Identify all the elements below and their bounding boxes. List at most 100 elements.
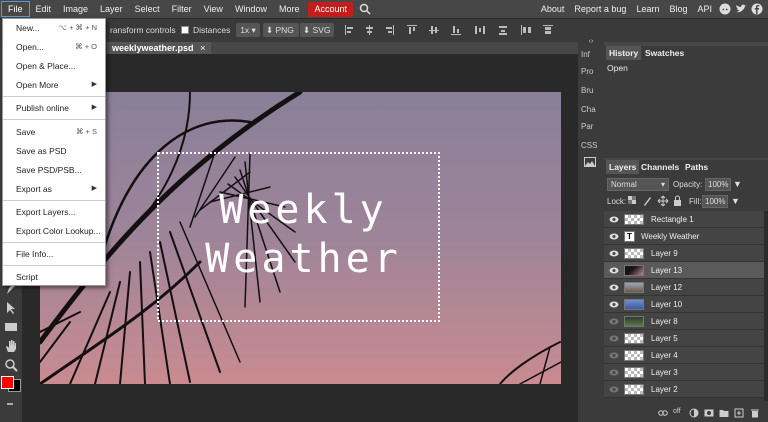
foreground-color-swatch[interactable] xyxy=(1,376,14,389)
visibility-eye-icon[interactable] xyxy=(609,351,619,360)
account-button[interactable]: Account xyxy=(308,1,353,17)
menu-layer[interactable]: Layer xyxy=(94,0,129,18)
blend-mode-value: Normal xyxy=(611,180,637,189)
layer-row[interactable]: Layer 4 xyxy=(604,347,764,364)
effects-off-label[interactable]: off xyxy=(673,408,681,415)
visibility-eye-icon[interactable] xyxy=(609,368,619,377)
menu-edit[interactable]: Edit xyxy=(30,0,58,18)
visibility-eye-icon[interactable] xyxy=(609,249,619,258)
menu-item-open[interactable]: Open... ⌘ + O xyxy=(3,38,105,56)
opacity-dropdown-icon[interactable]: ▼ xyxy=(733,179,742,189)
facebook-icon[interactable] xyxy=(751,3,763,15)
link-api[interactable]: API xyxy=(692,0,717,18)
distances-checkbox[interactable] xyxy=(181,26,189,34)
visibility-eye-icon[interactable] xyxy=(609,283,619,292)
menu-file[interactable]: File xyxy=(1,1,30,17)
delete-layer-icon[interactable] xyxy=(750,408,760,418)
menu-item-save-as-psd[interactable]: Save as PSD xyxy=(3,142,105,160)
menu-item-new[interactable]: New... ⌥ + ⌘ + N xyxy=(3,19,105,37)
menu-item-export-layers[interactable]: Export Layers... xyxy=(3,203,105,221)
mini-tab-properties[interactable]: Pro xyxy=(581,67,593,76)
search-icon[interactable] xyxy=(359,3,371,15)
lock-options-icons[interactable] xyxy=(628,195,688,207)
menu-filter[interactable]: Filter xyxy=(166,0,198,18)
visibility-eye-icon[interactable] xyxy=(609,317,619,326)
menu-item-script[interactable]: Script xyxy=(3,268,105,286)
export-png-button[interactable]: ⬇ PNG xyxy=(263,23,299,37)
tab-paths[interactable]: Paths xyxy=(682,160,711,174)
mini-tab-paragraph[interactable]: Par xyxy=(581,122,593,131)
visibility-eye-icon[interactable] xyxy=(609,334,619,343)
image-icon[interactable] xyxy=(584,157,596,167)
layers-scrollbar[interactable] xyxy=(764,211,768,401)
blend-mode-select[interactable]: Normal ▾ xyxy=(607,178,669,191)
link-learn[interactable]: Learn xyxy=(631,0,664,18)
link-layers-icon[interactable] xyxy=(658,408,668,418)
menu-item-file-info[interactable]: File Info... xyxy=(3,245,105,263)
layer-name: Rectangle 1 xyxy=(651,215,694,224)
hand-tool-icon[interactable] xyxy=(3,338,19,354)
menu-view[interactable]: View xyxy=(198,0,229,18)
tab-layers[interactable]: Layers xyxy=(606,160,640,174)
menu-separator xyxy=(3,265,105,266)
menu-item-publish-online[interactable]: Publish online ▶ xyxy=(3,99,105,117)
menu-select[interactable]: Select xyxy=(129,0,166,18)
layer-row[interactable]: Rectangle 1 xyxy=(604,211,764,228)
tab-channels[interactable]: Channels xyxy=(638,160,682,174)
layer-row[interactable]: Layer 10 xyxy=(604,296,764,313)
menu-item-export-color-lookup[interactable]: Export Color Lookup... xyxy=(3,222,105,240)
menu-item-save-psd-psb[interactable]: Save PSD/PSB... xyxy=(3,161,105,179)
menu-image[interactable]: Image xyxy=(57,0,94,18)
menu-item-save[interactable]: Save ⌘ + S xyxy=(3,123,105,141)
visibility-eye-icon[interactable] xyxy=(609,300,619,309)
visibility-eye-icon[interactable] xyxy=(609,266,619,275)
visibility-eye-icon[interactable] xyxy=(609,215,619,224)
visibility-eye-icon[interactable] xyxy=(609,385,619,394)
link-blog[interactable]: Blog xyxy=(664,0,692,18)
twitter-icon[interactable] xyxy=(735,3,747,15)
document-canvas[interactable]: Weekly Weather xyxy=(40,92,561,384)
align-tools-icons[interactable] xyxy=(343,24,569,36)
zoom-tool-icon[interactable] xyxy=(3,357,19,373)
link-report-bug[interactable]: Report a bug xyxy=(569,0,631,18)
layer-row[interactable]: Layer 3 xyxy=(604,364,764,381)
document-tab[interactable]: weeklyweather.psd × xyxy=(107,42,212,54)
mini-tab-brush[interactable]: Bru xyxy=(581,86,593,95)
mini-tab-css[interactable]: CSS xyxy=(581,141,597,150)
layer-row[interactable]: Layer 2 xyxy=(604,381,764,398)
reddit-icon[interactable] xyxy=(719,3,731,15)
tab-swatches[interactable]: Swatches xyxy=(642,46,687,60)
new-folder-icon[interactable] xyxy=(719,408,729,418)
tab-history[interactable]: History xyxy=(606,46,642,60)
collapse-arrows-icon[interactable]: ‹› xyxy=(578,38,604,45)
path-select-tool-icon[interactable] xyxy=(3,300,19,316)
menu-item-open-place[interactable]: Open & Place... xyxy=(3,57,105,75)
opacity-input[interactable]: 100% xyxy=(705,178,731,191)
mini-tab-character[interactable]: Cha xyxy=(581,105,596,114)
layer-row[interactable]: Layer 8 xyxy=(604,313,764,330)
zoom-select[interactable]: 1x ▾ xyxy=(236,23,260,37)
menu-item-open-more[interactable]: Open More ▶ xyxy=(3,76,105,94)
fill-input[interactable]: 100% xyxy=(702,195,728,208)
rectangle-tool-icon[interactable] xyxy=(3,319,19,335)
visibility-eye-icon[interactable] xyxy=(609,232,619,241)
history-entry[interactable]: Open xyxy=(607,63,628,73)
mask-icon[interactable] xyxy=(704,408,714,418)
layer-row[interactable]: Layer 9 xyxy=(604,245,764,262)
open-shortcut: ⌘ + O xyxy=(75,42,97,51)
new-layer-icon[interactable] xyxy=(734,408,744,418)
menu-more[interactable]: More xyxy=(273,0,306,18)
mini-tab-info[interactable]: Inf xyxy=(581,50,590,59)
layer-row-selected[interactable]: Layer 13 xyxy=(604,262,764,279)
layer-row[interactable]: Layer 12 xyxy=(604,279,764,296)
link-about[interactable]: About xyxy=(536,0,570,18)
menu-item-export-as[interactable]: Export as ▶ xyxy=(3,180,105,198)
layer-row[interactable]: Layer 5 xyxy=(604,330,764,347)
export-svg-button[interactable]: ⬇ SVG xyxy=(300,23,334,37)
close-tab-icon[interactable]: × xyxy=(200,43,205,53)
adjustment-layer-icon[interactable] xyxy=(689,408,699,418)
fill-dropdown-icon[interactable]: ▼ xyxy=(731,196,740,206)
menu-window[interactable]: Window xyxy=(229,0,273,18)
layer-row[interactable]: T Weekly Weather xyxy=(604,228,764,245)
quick-mask-icon[interactable] xyxy=(7,403,13,405)
